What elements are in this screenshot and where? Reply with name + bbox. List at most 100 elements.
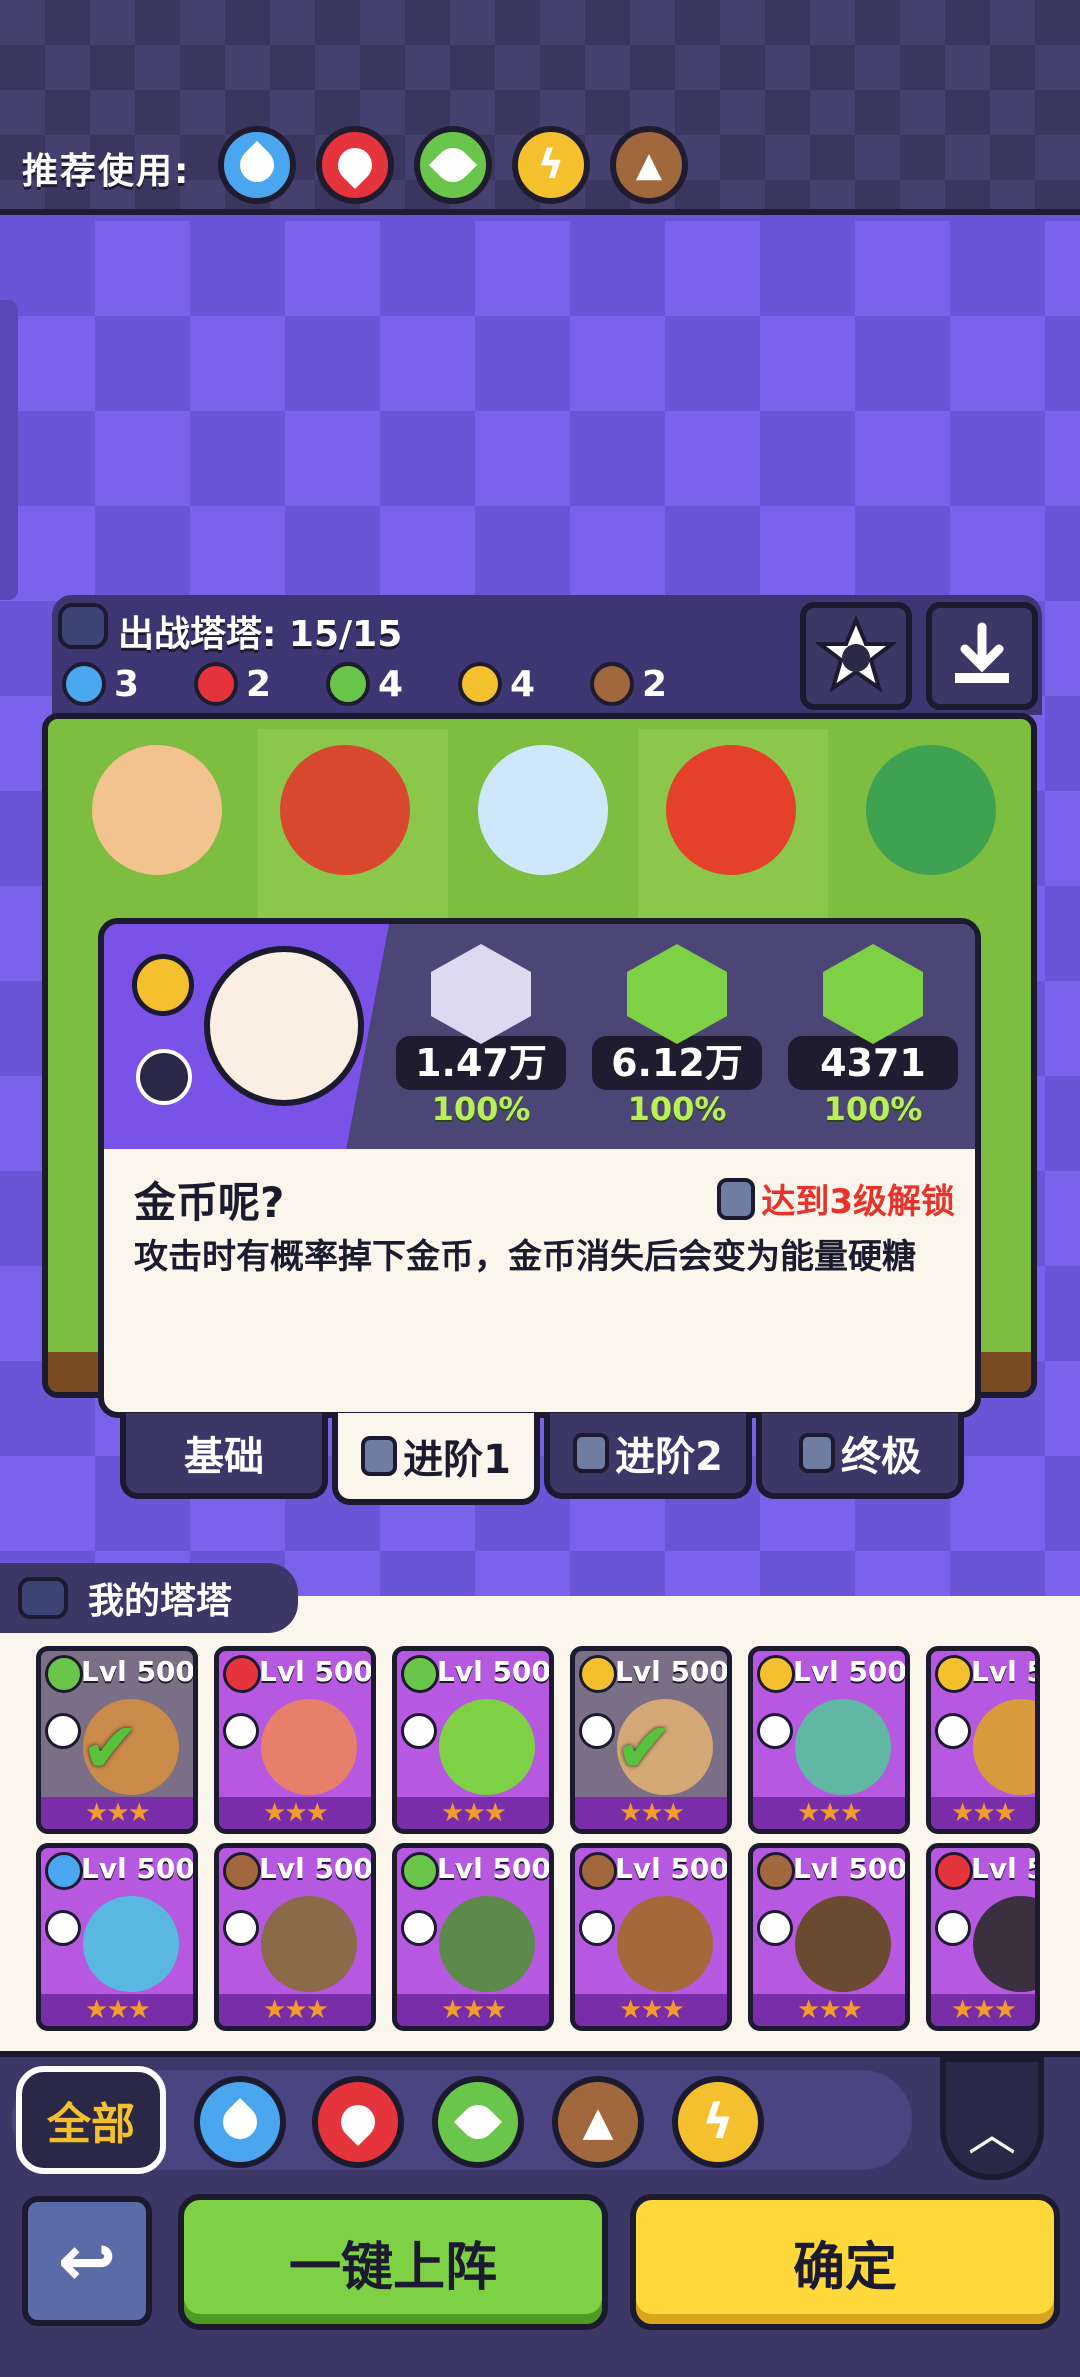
fire-icon [935, 1852, 973, 1890]
card-stars: ★★★ [575, 1994, 727, 2026]
tower-portrait [204, 946, 364, 1106]
check-icon: ✔ [81, 1707, 140, 1789]
tab-label: 进阶1 [403, 1437, 511, 1483]
lock-icon [799, 1433, 835, 1473]
tower-card[interactable]: Lvl 500 ★★★ [36, 1843, 198, 2031]
heart-icon [627, 944, 727, 1044]
tower-card[interactable]: Lvl 500 ★★★ [392, 1646, 554, 1834]
sword-icon [431, 944, 531, 1044]
card-stars: ★★★ [397, 1797, 549, 1829]
card-level: Lvl 500 [81, 1655, 195, 1688]
card-stars: ★★★ [753, 1797, 905, 1829]
filter-leaf-button[interactable] [432, 2076, 524, 2168]
tower-card[interactable]: Lvl 500 ★★★ [392, 1843, 554, 2031]
class-icon [401, 1910, 437, 1946]
my-towers-header: 我的塔塔 [0, 1563, 298, 1633]
tab-advanced-2[interactable]: 进阶2 [544, 1413, 752, 1499]
confirm-button[interactable]: 确定 [630, 2194, 1060, 2330]
fire-icon [333, 2097, 383, 2147]
tower-character[interactable] [92, 745, 222, 875]
unlock-text: 达到3级解锁 [761, 1182, 955, 1222]
card-level: Lvl 500 [793, 1655, 907, 1688]
defense-value: 4371 [788, 1036, 958, 1090]
tower-character[interactable] [478, 745, 608, 875]
filter-fire-button[interactable] [312, 2076, 404, 2168]
card-level: Lvl 500 [615, 1655, 729, 1688]
water-icon [62, 662, 106, 706]
tower-art [261, 1896, 357, 1992]
defense-stat: 4371 100% [788, 944, 958, 1128]
lightning-icon [935, 1655, 973, 1693]
tower-card[interactable]: Lvl 500 ★★★ [748, 1646, 910, 1834]
card-stars: ★★★ [931, 1797, 1035, 1829]
tower-card[interactable]: Lvl 500 ✔ ★★★ [36, 1646, 198, 1834]
skill-tabs: 基础 进阶1 进阶2 终极 [120, 1413, 964, 1505]
tower-card[interactable]: Lvl 500 ★★★ [214, 1843, 376, 2031]
subclass-icon [136, 1049, 192, 1105]
health-percent: 100% [627, 1090, 727, 1128]
class-icon [45, 1910, 81, 1946]
tower-art [261, 1699, 357, 1795]
star-cat-icon [816, 616, 896, 693]
tab-label: 终极 [841, 1434, 921, 1480]
auto-deploy-button[interactable]: 一键上阵 [178, 2194, 608, 2330]
water-icon [45, 1852, 83, 1890]
tower-card[interactable]: Lvl 500 ★★★ [748, 1843, 910, 2031]
tower-skin-button[interactable] [800, 602, 912, 710]
filter-earth-button[interactable]: ▲ [552, 2076, 644, 2168]
tab-ultimate[interactable]: 终极 [756, 1413, 964, 1499]
card-stars: ★★★ [753, 1994, 905, 2026]
tower-card[interactable]: Lvl 500 ✔ ★★★ [570, 1646, 732, 1834]
back-button[interactable]: ↩ [22, 2196, 152, 2326]
tower-art [973, 1699, 1035, 1795]
earth-icon [590, 662, 634, 706]
class-icon [579, 1910, 615, 1946]
card-level: Lvl 5 [971, 1852, 1040, 1885]
filter-lightning-button[interactable]: ϟ [672, 2076, 764, 2168]
card-level: Lvl 500 [81, 1852, 195, 1885]
health-value: 6.12万 [592, 1036, 762, 1090]
side-tab[interactable] [0, 300, 18, 600]
tower-card[interactable]: Lvl 500 ★★★ [570, 1843, 732, 2031]
tower-card[interactable]: Lvl 500 ★★★ [214, 1646, 376, 1834]
fire-count: 2 [194, 662, 271, 706]
tower-card[interactable]: Lvl 5 ★★★ [926, 1843, 1040, 2031]
earth-icon: ▲ [582, 2099, 614, 2145]
class-icon [579, 1713, 615, 1749]
tower-art [617, 1896, 713, 1992]
leaf-icon [453, 2097, 503, 2147]
expand-button[interactable]: ︿ [940, 2056, 1044, 2180]
download-button[interactable] [926, 602, 1038, 710]
earth-count-value: 2 [642, 663, 668, 705]
lightning-icon [757, 1655, 795, 1693]
tower-character[interactable] [866, 745, 996, 875]
fire-icon [316, 126, 394, 204]
tab-label: 进阶2 [615, 1434, 723, 1480]
download-icon [955, 622, 1009, 683]
plus-icon [223, 1713, 259, 1749]
tower-art [439, 1896, 535, 1992]
earth-count: 2 [590, 662, 667, 706]
lock-icon [573, 1433, 610, 1473]
tower-character[interactable] [280, 745, 410, 875]
tab-basic[interactable]: 基础 [120, 1413, 328, 1499]
back-arrow-icon: ↩ [57, 2220, 117, 2302]
lightning-count-value: 4 [510, 663, 536, 705]
class-icon [757, 1910, 793, 1946]
tab-label: 基础 [184, 1434, 264, 1480]
tower-card[interactable]: Lvl 5 ★★★ [926, 1646, 1040, 1834]
class-icon [935, 1910, 971, 1946]
filter-water-button[interactable] [194, 2076, 286, 2168]
filter-all-button[interactable]: 全部 [16, 2066, 166, 2174]
tab-advanced-1[interactable]: 进阶1 [332, 1413, 540, 1505]
earth-icon: ▲ [610, 126, 688, 204]
tower-character[interactable] [666, 745, 796, 875]
card-level: Lvl 500 [793, 1852, 907, 1885]
plus-icon [45, 1713, 81, 1749]
unlock-info: 达到3级解锁 [717, 1174, 955, 1223]
tower-art [795, 1896, 891, 1992]
tower-detail-popup: 1.47万 100% 6.12万 100% 4371 100% 金币呢? 达到3… [98, 918, 981, 1418]
card-stars: ★★★ [575, 1797, 727, 1829]
fire-icon [194, 662, 238, 706]
lightning-icon [458, 662, 502, 706]
